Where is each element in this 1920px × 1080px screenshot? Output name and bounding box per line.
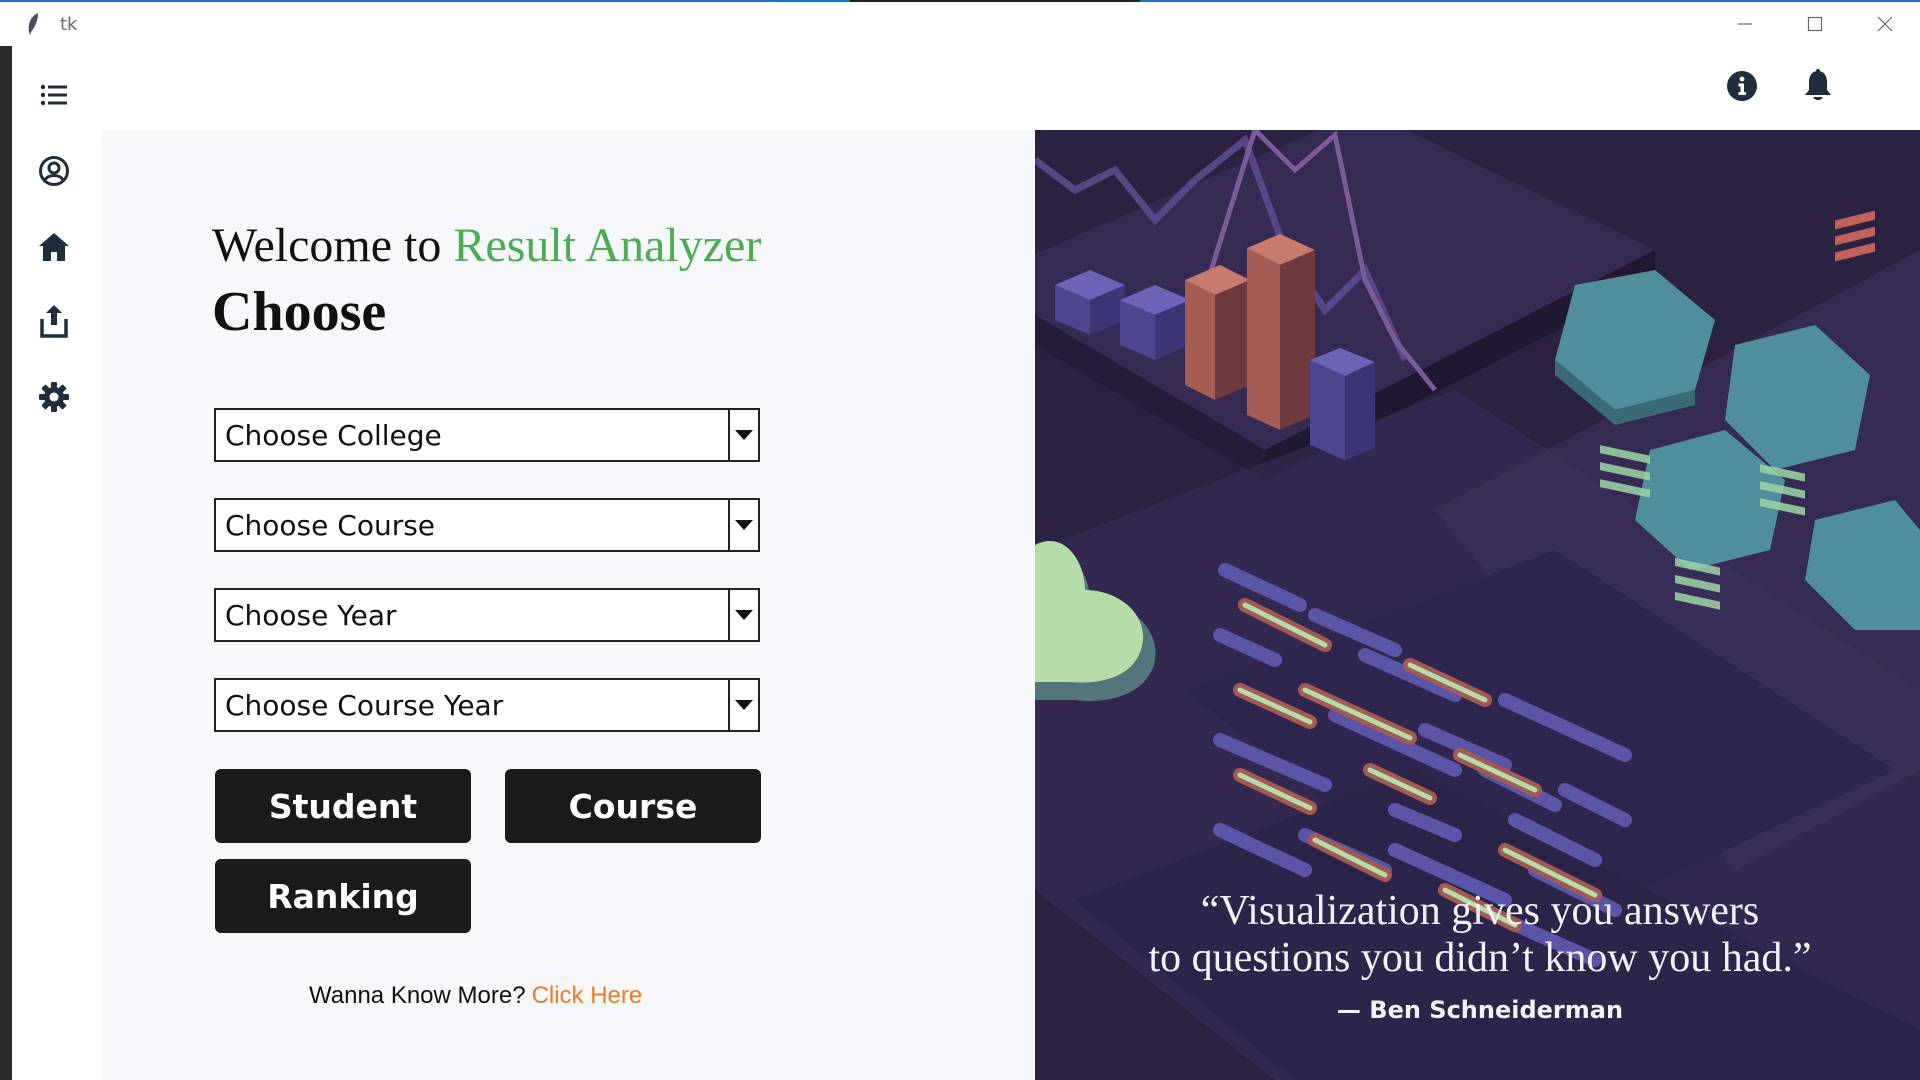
brand-name: Result Analyzer (453, 219, 762, 272)
course-year-dropdown-label: Choose Course Year (225, 688, 504, 722)
choose-heading: Choose (212, 281, 387, 343)
quote-text: “Visualization gives you answers to ques… (1085, 888, 1875, 982)
ranking-button[interactable]: Ranking (215, 859, 471, 933)
dropdown-arrow-icon[interactable] (728, 410, 758, 460)
college-dropdown[interactable]: Choose College (214, 408, 760, 462)
upload-icon[interactable] (36, 303, 72, 339)
hero-illustration: “Visualization gives you answers to ques… (1035, 130, 1920, 1080)
window-title: tk (60, 13, 78, 35)
info-icon[interactable] (1724, 68, 1760, 104)
course-dropdown[interactable]: Choose Course (214, 498, 760, 552)
app-window: tk Welcome to Result Analyzer Choose Cho… (0, 0, 1920, 1080)
year-dropdown-label: Choose Year (225, 598, 397, 632)
window-controls (1710, 2, 1920, 46)
minimize-icon[interactable] (1710, 2, 1780, 46)
welcome-heading: Welcome to Result Analyzer (212, 218, 761, 273)
topbar-icons (1720, 68, 1920, 108)
close-icon[interactable] (1850, 2, 1920, 46)
left-window-edge (0, 46, 12, 1080)
dropdown-arrow-icon[interactable] (728, 500, 758, 550)
quote-line-1: “Visualization gives you answers (1200, 888, 1760, 934)
course-dropdown-label: Choose Course (225, 508, 436, 542)
feather-icon (26, 12, 46, 36)
home-icon[interactable] (36, 229, 72, 265)
menu-list-icon[interactable] (36, 77, 72, 113)
sidebar (12, 46, 102, 1080)
bell-icon[interactable] (1800, 68, 1836, 104)
gear-icon[interactable] (36, 379, 72, 415)
course-button[interactable]: Course (505, 769, 761, 843)
course-year-dropdown[interactable]: Choose Course Year (214, 678, 760, 732)
more-info-line: Wanna Know More? Click Here (309, 982, 642, 1010)
dropdown-arrow-icon[interactable] (728, 590, 758, 640)
college-dropdown-label: Choose College (225, 418, 442, 452)
more-info-text: Wanna Know More? (309, 982, 526, 1009)
maximize-icon[interactable] (1780, 2, 1850, 46)
quote-line-2: to questions you didn’t know you had.” (1148, 935, 1812, 981)
user-circle-icon[interactable] (36, 153, 72, 189)
welcome-prefix: Welcome to (212, 219, 442, 272)
quote-author: — Ben Schneiderman (1336, 996, 1624, 1024)
dropdown-arrow-icon[interactable] (728, 680, 758, 730)
student-button[interactable]: Student (215, 769, 471, 843)
main-panel: Welcome to Result Analyzer Choose Choose … (102, 130, 1035, 1080)
click-here-link[interactable]: Click Here (532, 982, 643, 1009)
year-dropdown[interactable]: Choose Year (214, 588, 760, 642)
titlebar: tk (0, 2, 1920, 46)
